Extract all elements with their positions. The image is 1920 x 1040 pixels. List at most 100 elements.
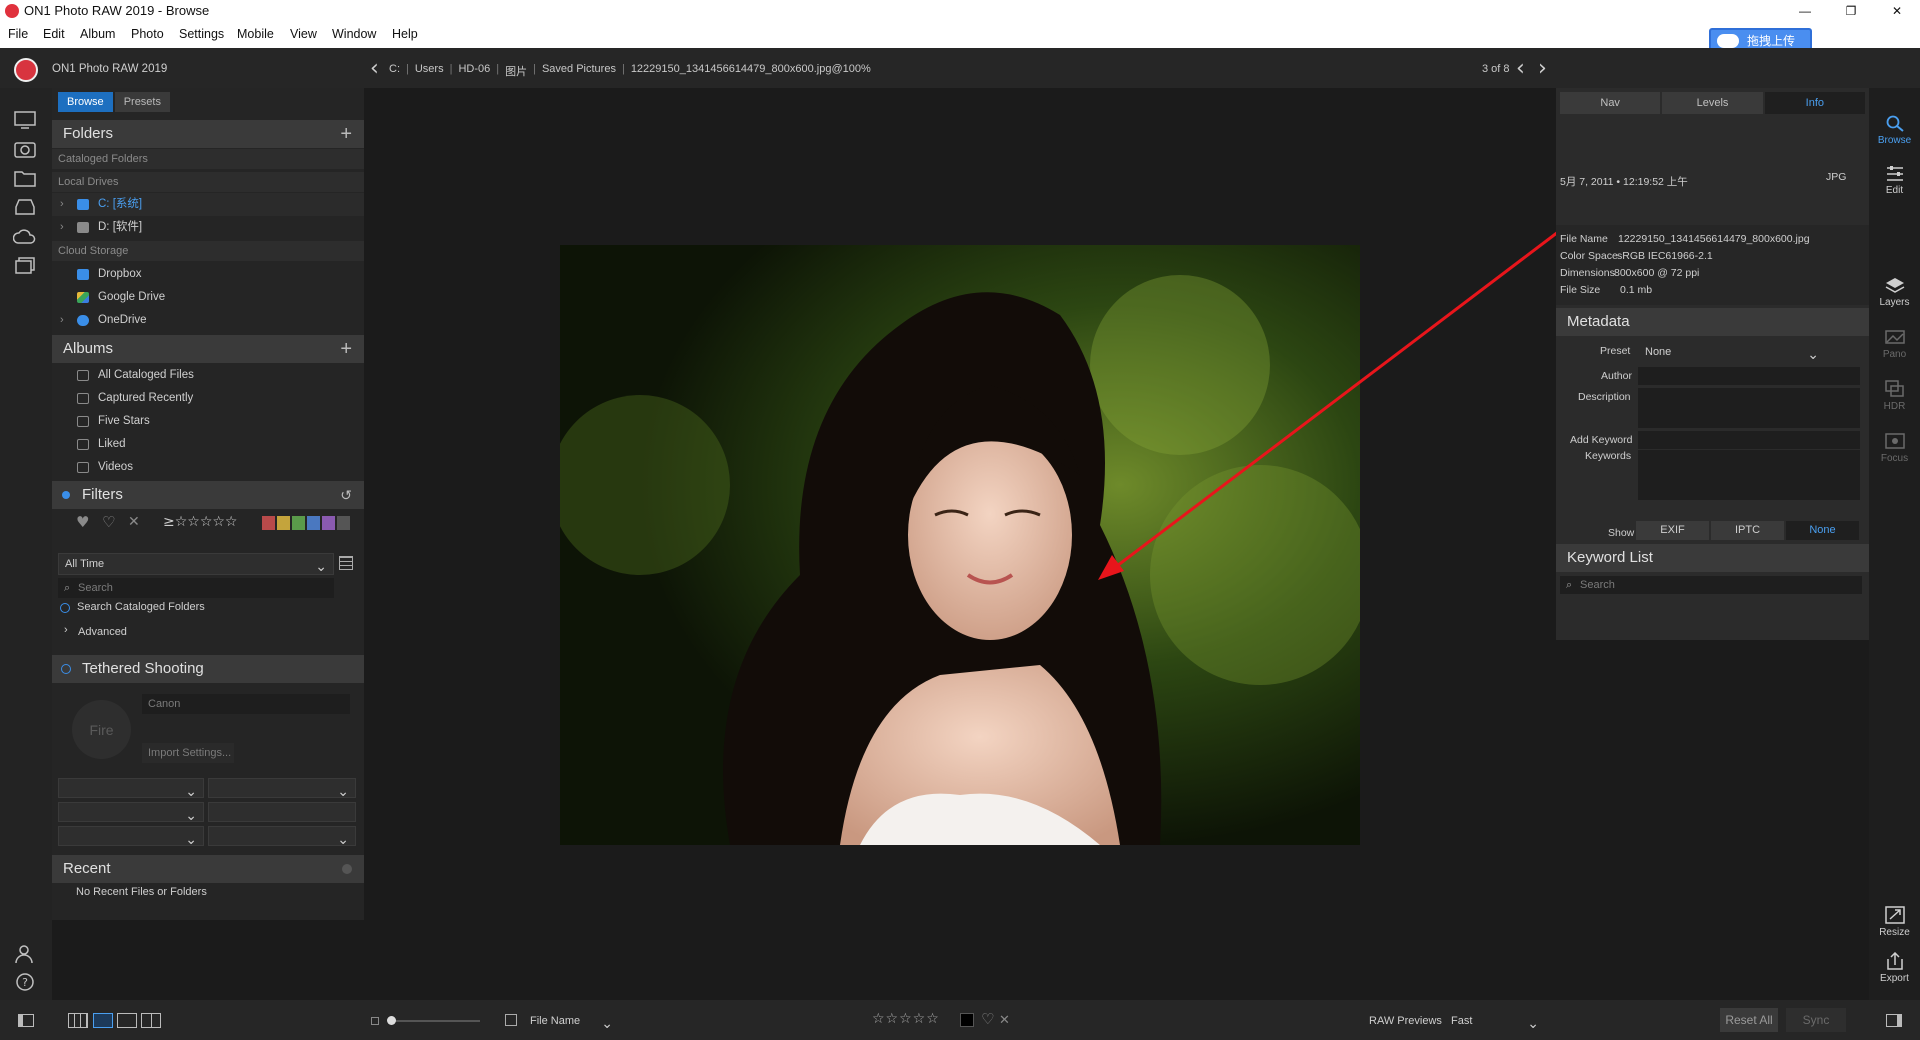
drive-item-c[interactable]: › C: [系统] <box>52 193 364 216</box>
album-item[interactable]: Liked <box>52 433 364 456</box>
tab-info[interactable]: Info <box>1764 92 1865 114</box>
monitor-icon[interactable] <box>13 110 39 132</box>
zoom-slider-handle[interactable] <box>387 1016 396 1025</box>
menu-photo[interactable]: Photo <box>131 27 164 41</box>
camera-icon[interactable] <box>13 139 39 161</box>
toggle-right-panel-icon[interactable] <box>1886 1014 1902 1027</box>
menu-mobile[interactable]: Mobile <box>237 27 274 41</box>
color-label-swatch[interactable] <box>277 516 290 530</box>
tab-presets[interactable]: Presets <box>114 92 170 112</box>
advanced-chevron-icon[interactable]: › <box>64 624 68 636</box>
breadcrumb-item[interactable]: 12229150_1341456614479_800x600.jpg@100% <box>631 63 871 79</box>
grid-view-icon[interactable] <box>68 1013 88 1028</box>
album-item[interactable]: Videos <box>52 456 364 479</box>
clear-recent-icon[interactable] <box>342 864 352 874</box>
keyword-list-header[interactable]: Keyword List <box>1556 544 1869 572</box>
breadcrumb-item[interactable]: HD-06 <box>458 63 490 79</box>
tether-select-5[interactable]: ⌄ <box>58 826 204 847</box>
reset-filters-icon[interactable]: ↺ <box>340 481 352 509</box>
tether-select-6[interactable]: ⌄ <box>208 826 356 847</box>
reset-all-button[interactable]: Reset All <box>1720 1008 1778 1032</box>
breadcrumb-item[interactable]: Saved Pictures <box>542 63 616 79</box>
previous-chevron-icon[interactable]: ‹ <box>1516 58 1525 80</box>
toggle-panel-icon[interactable] <box>18 1014 34 1027</box>
advanced-toggle[interactable]: Advanced <box>78 626 127 638</box>
show-tab-iptc[interactable]: IPTC <box>1711 521 1784 540</box>
cloud-storage-icon[interactable] <box>13 226 39 248</box>
maximize-icon[interactable]: ❐ <box>1828 0 1874 22</box>
color-label-swatch[interactable] <box>960 1013 974 1027</box>
folder-icon[interactable] <box>13 168 39 190</box>
module-layers[interactable]: Layers <box>1869 276 1920 308</box>
color-label-swatch[interactable] <box>307 516 320 530</box>
filter-search-input[interactable]: ⌕ Search <box>58 578 334 598</box>
fire-button[interactable]: Fire <box>72 700 131 759</box>
tab-nav[interactable]: Nav <box>1560 92 1661 114</box>
module-hdr[interactable]: HDR <box>1869 380 1920 412</box>
reject-icon[interactable]: ✕ <box>128 513 140 530</box>
heart-filled-icon[interactable]: ♥ <box>76 513 89 531</box>
color-label-swatch[interactable] <box>262 516 275 530</box>
keyword-search-input[interactable]: ⌕ Search <box>1560 576 1862 594</box>
author-input[interactable] <box>1638 367 1860 385</box>
tether-select-1[interactable]: ⌄ <box>58 778 204 799</box>
menu-settings[interactable]: Settings <box>179 27 224 41</box>
module-resize[interactable]: Resize <box>1869 906 1920 938</box>
module-export[interactable]: Export <box>1869 952 1920 984</box>
next-chevron-icon[interactable]: › <box>1538 58 1547 80</box>
expand-chevron-icon[interactable]: › <box>60 309 64 332</box>
minimize-icon[interactable]: — <box>1782 0 1828 22</box>
filters-toggle[interactable] <box>62 491 70 499</box>
menu-view[interactable]: View <box>290 27 317 41</box>
sort-checkbox[interactable] <box>505 1014 517 1026</box>
heart-outline-icon[interactable]: ♡ <box>102 513 115 531</box>
albums-header[interactable]: Albums + <box>52 335 364 363</box>
breadcrumb-item[interactable]: Users <box>415 63 444 79</box>
help-icon[interactable]: ? <box>13 972 39 994</box>
menu-window[interactable]: Window <box>332 27 376 41</box>
module-edit[interactable]: Edit <box>1869 164 1920 196</box>
compare-view-icon[interactable] <box>141 1013 161 1028</box>
folders-header[interactable]: Folders + <box>52 120 364 148</box>
filmstrip-view-icon[interactable] <box>117 1013 137 1028</box>
expand-chevron-icon[interactable]: › <box>60 216 64 239</box>
tab-levels[interactable]: Levels <box>1662 92 1763 114</box>
breadcrumb-item[interactable]: 图片 <box>505 63 527 79</box>
menu-album[interactable]: Album <box>80 27 115 41</box>
sort-select[interactable]: File Name ⌄ <box>524 1011 619 1031</box>
module-browse[interactable]: Browse <box>1869 114 1920 146</box>
show-tab-exif[interactable]: EXIF <box>1636 521 1709 540</box>
module-focus[interactable]: Focus <box>1869 432 1920 464</box>
filters-header[interactable]: Filters ↺ <box>52 481 364 509</box>
tethered-header[interactable]: Tethered Shooting <box>52 655 364 683</box>
menu-file[interactable]: File <box>8 27 28 41</box>
cloud-item-dropbox[interactable]: Dropbox <box>52 263 364 286</box>
camera-input[interactable]: Canon <box>142 694 350 714</box>
user-icon[interactable] <box>13 944 39 966</box>
tether-select-3[interactable]: ⌄ <box>58 802 204 823</box>
album-item[interactable]: All Cataloged Files <box>52 364 364 387</box>
metadata-header[interactable]: Metadata <box>1556 308 1869 336</box>
drive-icon[interactable] <box>13 197 39 219</box>
cloud-item-google-drive[interactable]: Google Drive <box>52 286 364 309</box>
tether-select-4[interactable] <box>208 802 356 822</box>
color-label-swatch[interactable] <box>322 516 335 530</box>
sync-button[interactable]: Sync <box>1786 1008 1846 1032</box>
tab-browse[interactable]: Browse <box>58 92 113 112</box>
preset-select[interactable]: None ⌄ <box>1638 341 1826 362</box>
show-tab-none[interactable]: None <box>1786 521 1859 540</box>
search-cataloged-radio[interactable] <box>60 603 70 613</box>
expand-chevron-icon[interactable]: › <box>60 193 64 216</box>
color-label-swatch[interactable] <box>292 516 305 530</box>
reject-icon[interactable]: ✕ <box>999 1012 1010 1028</box>
menu-help[interactable]: Help <box>392 27 418 41</box>
add-folder-icon[interactable]: + <box>340 120 352 148</box>
menu-edit[interactable]: Edit <box>43 27 65 41</box>
color-label-swatch[interactable] <box>337 516 350 530</box>
rating-stars[interactable]: ☆☆☆☆☆ <box>872 1011 940 1027</box>
breadcrumb-item[interactable]: C: <box>389 63 400 79</box>
calendar-icon[interactable] <box>339 556 353 570</box>
add-album-icon[interactable]: + <box>340 335 352 363</box>
back-chevron-icon[interactable]: ‹ <box>370 58 379 80</box>
close-icon[interactable]: ✕ <box>1874 0 1920 22</box>
